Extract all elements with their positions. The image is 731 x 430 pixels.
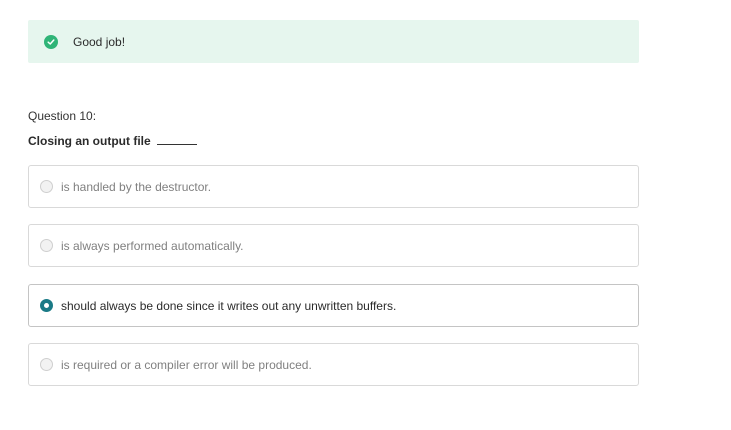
quiz-page: Good job! Question 10: Closing an output… [0,0,731,430]
feedback-banner: Good job! [28,20,639,63]
question-prompt-line: Closing an output file [28,133,197,149]
answer-option-label-3: should always be done since it writes ou… [61,299,397,313]
check-circle-icon [44,35,58,49]
answer-option-label-4: is required or a compiler error will be … [61,358,312,372]
question-number: Question 10: [28,109,97,123]
answer-blank [156,133,197,145]
radio-button-2[interactable] [40,239,53,252]
radio-button-1[interactable] [40,180,53,193]
answer-option-2[interactable]: is always performed automatically. [28,224,639,267]
question-prompt: Closing an output file [28,134,151,148]
answer-option-label-1: is handled by the destructor. [61,180,212,194]
answer-option-3[interactable]: should always be done since it writes ou… [28,284,639,327]
radio-button-3-selected[interactable] [40,299,53,312]
answer-option-1[interactable]: is handled by the destructor. [28,165,639,208]
radio-button-4[interactable] [40,358,53,371]
answer-option-4[interactable]: is required or a compiler error will be … [28,343,639,386]
feedback-message: Good job! [73,35,126,49]
answer-option-label-2: is always performed automatically. [61,239,244,253]
